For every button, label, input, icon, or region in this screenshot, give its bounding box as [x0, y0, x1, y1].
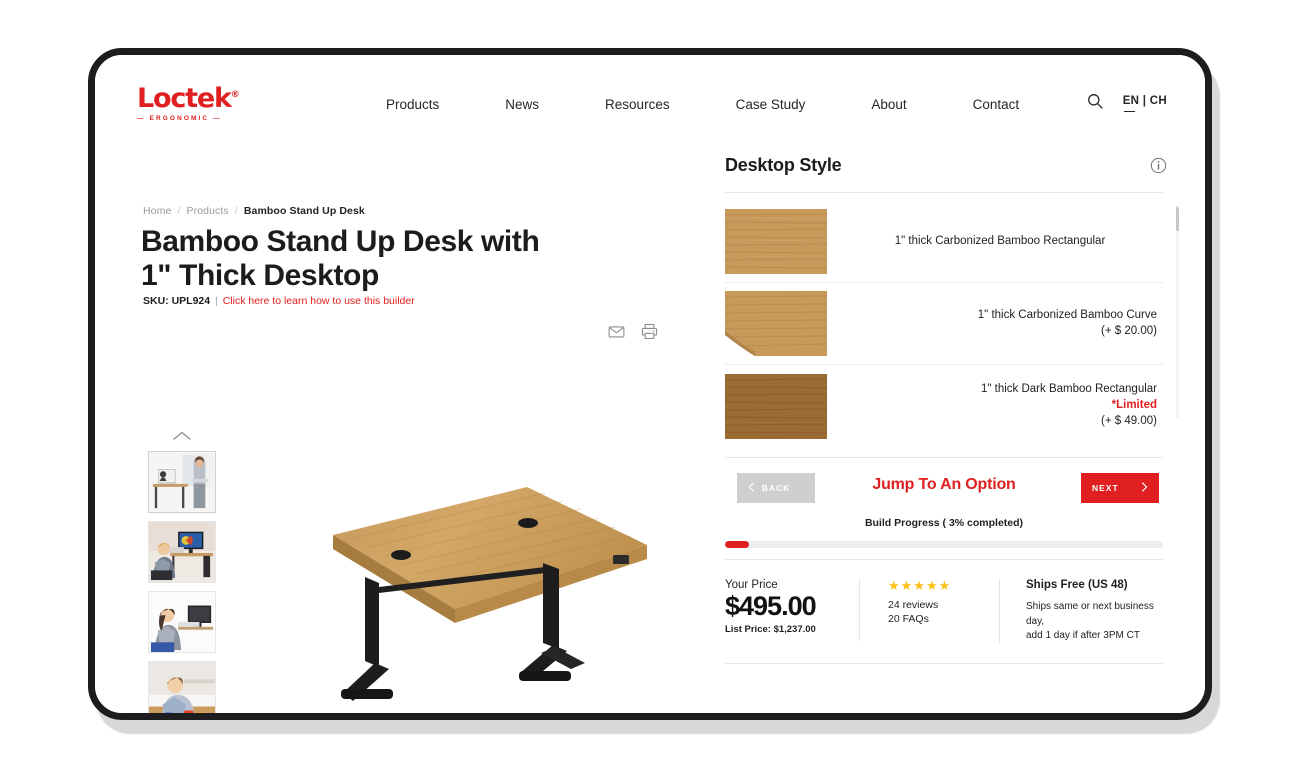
- list-item[interactable]: 1" thick Carbonized Bamboo Rectangular: [725, 201, 1163, 283]
- shipping-cell: Ships Free (US 48) Ships same or next bu…: [999, 579, 1163, 644]
- nav-item-about[interactable]: About: [838, 97, 939, 112]
- desktop-style-options[interactable]: 1" thick Carbonized Bamboo Rectangular 1…: [725, 201, 1163, 451]
- option-limited-badge: *Limited: [1111, 399, 1157, 412]
- nav-divider: [725, 457, 1163, 458]
- step-title: Desktop Style: [725, 155, 842, 175]
- page-title: Bamboo Stand Up Desk with 1" Thick Deskt…: [141, 225, 540, 292]
- product-hero-image[interactable]: [295, 437, 685, 713]
- configurator-header: Desktop Style: [723, 155, 1175, 199]
- nav-item-contact[interactable]: Contact: [940, 97, 1053, 112]
- swatch-carbonized-bamboo-rectangular: [725, 209, 827, 274]
- breadcrumb-separator-1: /: [177, 205, 181, 217]
- shipping-title: Ships Free (US 48): [1026, 579, 1128, 591]
- breadcrumb: Home / Products / Bamboo Stand Up Desk: [143, 205, 365, 217]
- list-item[interactable]: [148, 451, 216, 513]
- breadcrumb-current: Bamboo Stand Up Desk: [243, 205, 365, 217]
- progress-fill: [725, 541, 749, 548]
- list-item[interactable]: [148, 521, 216, 583]
- sku-label: SKU:: [143, 295, 169, 307]
- info-icon[interactable]: [1150, 157, 1167, 174]
- nav-item-products[interactable]: Products: [353, 97, 472, 112]
- list-item[interactable]: [148, 591, 216, 653]
- list-item[interactable]: 1" thick Dark Bamboo Rectangular *Limite…: [725, 365, 1163, 447]
- nav-item-case-study[interactable]: Case Study: [703, 97, 839, 112]
- bottom-divider: [725, 663, 1163, 664]
- option-text: 1" thick Carbonized Bamboo Curve (+ $ 20…: [843, 308, 1163, 340]
- sku-divider: |: [215, 295, 218, 307]
- option-price-delta: (+ $ 49.00): [1101, 414, 1157, 427]
- breadcrumb-item-home[interactable]: Home: [143, 205, 171, 217]
- option-price-delta: (+ $ 20.00): [1101, 324, 1157, 337]
- star-rating-icon: ★★★★★: [888, 578, 952, 593]
- nav-item-news[interactable]: News: [472, 97, 572, 112]
- loctek-logo[interactable]: Loctek® — ERGONOMIC —: [137, 85, 255, 122]
- builder-help-link[interactable]: Click here to learn how to use this buil…: [223, 295, 415, 307]
- swatch-dark-bamboo-rectangular: [725, 373, 827, 439]
- registered-mark: ®: [230, 90, 240, 100]
- configurator-panel: Desktop Style 1" thick Carbonized Bamboo…: [723, 155, 1179, 713]
- list-item[interactable]: [148, 661, 216, 713]
- print-icon[interactable]: [641, 323, 658, 340]
- scrollbar-thumb[interactable]: [1176, 207, 1179, 231]
- panel-divider: [725, 192, 1163, 193]
- shipping-note: Ships same or next business day, add 1 d…: [1026, 600, 1163, 644]
- email-icon[interactable]: [608, 323, 625, 340]
- next-button-label: NEXT: [1092, 483, 1119, 493]
- build-progress: Build Progress ( 3% completed): [725, 517, 1163, 548]
- language-active-underline: [1123, 111, 1135, 113]
- search-icon[interactable]: [1087, 93, 1103, 109]
- option-name: 1" thick Carbonized Bamboo Curve: [977, 308, 1157, 321]
- your-price-label: Your Price: [725, 579, 778, 591]
- list-price: List Price: $1,237.00: [725, 624, 816, 636]
- language-label: EN | CH: [1122, 95, 1167, 107]
- current-price: $495.00: [725, 591, 817, 621]
- site-header: Loctek® — ERGONOMIC — Products News Reso…: [95, 55, 1205, 137]
- faqs-count[interactable]: 20 FAQs: [888, 613, 999, 625]
- build-progress-label: Build Progress ( 3% completed): [864, 517, 1024, 529]
- reviews-count[interactable]: 24 reviews: [888, 599, 999, 611]
- swatch-carbonized-bamboo-curve: [725, 291, 827, 356]
- options-scrollbar[interactable]: [1176, 205, 1179, 419]
- shipping-note-line1: Ships same or next business day,: [1026, 601, 1154, 627]
- reviews-cell[interactable]: ★★★★★ 24 reviews 20 FAQs: [859, 579, 999, 641]
- breadcrumb-separator-2: /: [234, 205, 238, 217]
- tablet-device-frame: Loctek® — ERGONOMIC — Products News Reso…: [88, 48, 1212, 720]
- sku-value: UPL924: [171, 295, 211, 307]
- next-button[interactable]: NEXT: [1081, 473, 1159, 503]
- option-text: 1" thick Carbonized Bamboo Rectangular: [843, 234, 1163, 250]
- chevron-right-icon: [1141, 482, 1148, 494]
- thumbnail-rail: [141, 425, 223, 713]
- nav-item-resources[interactable]: Resources: [572, 97, 703, 112]
- price-summary: Your Price $495.00 List Price: $1,237.00…: [725, 579, 1163, 644]
- chevron-up-icon[interactable]: [172, 425, 192, 447]
- logo-tagline: — ERGONOMIC —: [137, 115, 222, 122]
- step-navigation: BACK Jump To An Option NEXT: [725, 473, 1163, 507]
- progress-track: [725, 541, 1163, 548]
- sku-line: SKU: UPL924 | Click here to learn how to…: [143, 295, 415, 307]
- product-title-actions: [608, 323, 658, 340]
- option-name: 1" thick Dark Bamboo Rectangular: [980, 383, 1157, 396]
- price-cell: Your Price $495.00 List Price: $1,237.00: [725, 579, 859, 635]
- main-navigation: Products News Resources Case Study About…: [353, 97, 1052, 112]
- price-divider: [725, 559, 1163, 560]
- shipping-note-line2: add 1 day if after 3PM CT: [1026, 630, 1140, 641]
- product-left-column: Home / Products / Bamboo Stand Up Desk B…: [95, 137, 695, 713]
- logo-wordmark: Loctek®: [137, 83, 240, 114]
- language-switcher[interactable]: EN | CH: [1122, 95, 1167, 113]
- option-name: 1" thick Carbonized Bamboo Rectangular: [894, 234, 1106, 247]
- screenshot-stage: Loctek® — ERGONOMIC — Products News Reso…: [0, 0, 1300, 782]
- browser-viewport: Loctek® — ERGONOMIC — Products News Reso…: [95, 55, 1205, 713]
- header-tools: EN | CH: [1087, 93, 1167, 113]
- breadcrumb-item-products[interactable]: Products: [187, 205, 229, 217]
- list-item[interactable]: 1" thick Carbonized Bamboo Curve (+ $ 20…: [725, 283, 1163, 365]
- option-text: 1" thick Dark Bamboo Rectangular *Limite…: [843, 382, 1163, 430]
